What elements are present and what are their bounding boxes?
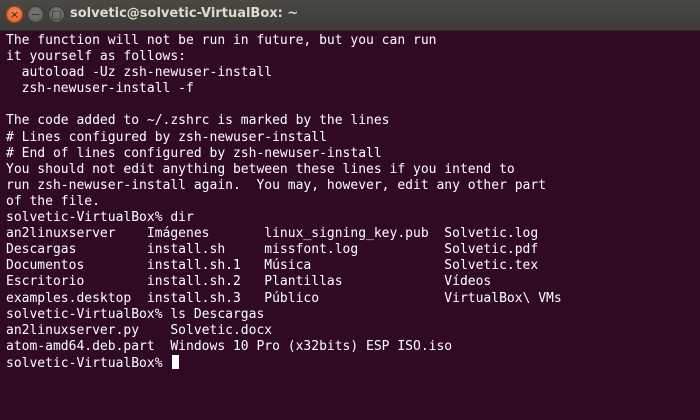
terminal-line: solvetic-VirtualBox% dir <box>6 210 194 226</box>
terminal-line: autoload -Uz zsh-newuser-install <box>6 65 273 81</box>
terminal-window: × − □ solvetic@solvetic-VirtualBox: ~ Th… <box>0 0 700 420</box>
terminal-line: examples.desktop install.sh.3 Público Vi… <box>6 290 562 306</box>
terminal-line: zsh-newuser-install -f <box>6 81 194 97</box>
terminal-line: an2linuxserver Imágenes linux_signing_ke… <box>6 226 539 242</box>
maximize-icon[interactable]: □ <box>48 6 65 23</box>
window-title: solvetic@solvetic-VirtualBox: ~ <box>70 6 299 21</box>
prompt-text: solvetic-VirtualBox% <box>6 355 171 371</box>
terminal-line: atom-amd64.deb.part Windows 10 Pro (x32b… <box>6 338 453 354</box>
terminal-line: Documentos install.sh.1 Música Solvetic.… <box>6 258 539 274</box>
close-icon[interactable]: × <box>6 6 23 23</box>
text-cursor <box>172 354 180 369</box>
terminal-line: The function will not be run in future, … <box>6 33 437 48</box>
window-controls: × − □ <box>6 6 65 24</box>
prompt-line[interactable]: solvetic-VirtualBox% <box>6 354 686 371</box>
terminal-line: an2linuxserver.py Solvetic.docx <box>6 322 273 338</box>
minimize-icon[interactable]: − <box>27 6 44 23</box>
terminal-output[interactable]: The function will not be run in future, … <box>0 31 686 420</box>
terminal-line: Descargas install.sh missfont.log Solvet… <box>6 242 539 258</box>
terminal-line: Escritorio install.sh.2 Plantillas Vídeo… <box>6 274 492 290</box>
terminal-line: # End of lines configured by zsh-newuser… <box>6 145 382 161</box>
terminal-line: of the file. <box>6 193 100 209</box>
terminal-line: # Lines configured by zsh-newuser-instal… <box>6 129 327 145</box>
terminal-line: it yourself as follows: <box>6 49 187 65</box>
terminal-line: The code added to ~/.zshrc is marked by … <box>6 113 390 129</box>
terminal-line: run zsh-newuser-install again. You may, … <box>6 177 547 193</box>
scrollbar[interactable] <box>686 31 700 420</box>
title-bar[interactable]: × − □ solvetic@solvetic-VirtualBox: ~ <box>0 0 700 31</box>
terminal-line: You should not edit anything between the… <box>6 161 515 177</box>
terminal-line: solvetic-VirtualBox% ls Descargas <box>6 306 265 322</box>
